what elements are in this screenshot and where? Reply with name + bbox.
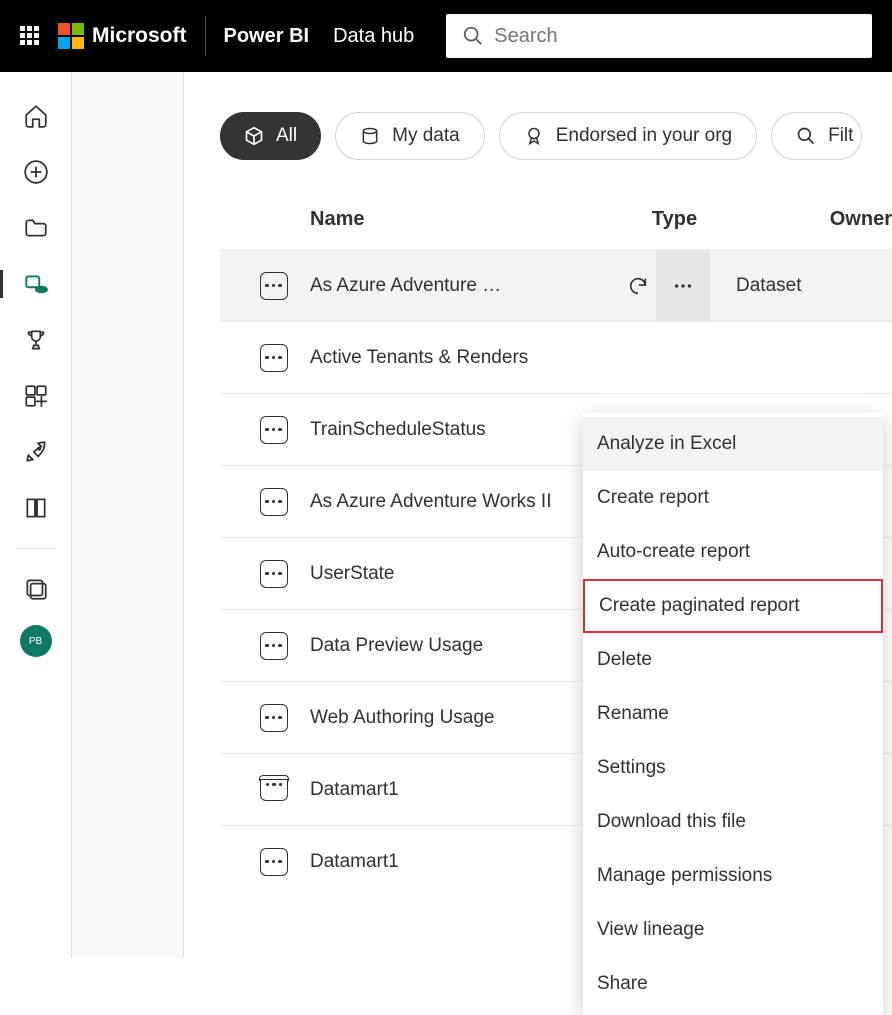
context-menu: Analyze in ExcelCreate reportAuto-create…	[583, 413, 883, 1015]
user-avatar[interactable]: PB	[20, 625, 52, 657]
row-icon-cell	[238, 272, 310, 300]
data-hub-icon	[23, 271, 49, 297]
product-name[interactable]: Power BI	[224, 25, 310, 48]
left-nav-rail: PB	[0, 72, 72, 958]
context-menu-item[interactable]: View lineage	[583, 903, 883, 957]
context-menu-item[interactable]: Create report	[583, 471, 883, 525]
app-launcher-icon[interactable]	[20, 26, 40, 46]
dataset-icon	[260, 560, 288, 588]
table-row[interactable]: Active Tenants & Renders	[220, 321, 892, 393]
table-row[interactable]: As Azure Adventure …DatasetBrad S	[220, 249, 892, 321]
chip-all[interactable]: All	[220, 112, 321, 160]
col-header-name[interactable]: Name	[310, 208, 652, 231]
row-name: UserState	[310, 563, 620, 585]
context-menu-item[interactable]: Analyze in Excel	[583, 417, 883, 471]
nav-data-hub[interactable]	[12, 260, 60, 308]
dataset-icon	[260, 488, 288, 516]
chip-all-label: All	[276, 125, 297, 147]
chip-endorsed-label: Endorsed in your org	[556, 125, 732, 147]
nav-browse[interactable]	[12, 204, 60, 252]
row-name: Datamart1	[310, 851, 620, 873]
context-menu-item[interactable]: Share	[583, 957, 883, 1011]
dataset-icon	[260, 704, 288, 732]
folder-icon	[23, 215, 49, 241]
row-refresh[interactable]	[620, 275, 656, 297]
table-header: Name Type Owner	[220, 190, 892, 249]
trophy-icon	[23, 327, 49, 353]
row-icon-cell	[238, 560, 310, 588]
row-icon-cell	[238, 704, 310, 732]
search-input[interactable]	[494, 25, 856, 48]
context-menu-item[interactable]: Rename	[583, 687, 883, 741]
row-name: Data Preview Usage	[310, 635, 620, 657]
context-menu-item[interactable]: Manage permissions	[583, 849, 883, 903]
context-menu-item[interactable]: Delete	[583, 633, 883, 687]
row-icon-cell	[238, 632, 310, 660]
dataset-icon	[260, 848, 288, 876]
rail-separator	[16, 548, 56, 549]
collapsed-panel	[72, 72, 184, 958]
dataset-icon	[260, 272, 288, 300]
divider	[205, 16, 206, 56]
row-icon-cell	[238, 848, 310, 876]
nav-metrics[interactable]	[12, 316, 60, 364]
row-type: Dataset	[710, 275, 890, 297]
ribbon-icon	[524, 126, 544, 146]
filter-chips: All My data Endorsed in your org Filt	[220, 112, 892, 160]
nav-learn[interactable]	[12, 484, 60, 532]
col-header-owner[interactable]: Owner	[830, 208, 892, 231]
home-icon	[23, 103, 49, 129]
database-icon	[360, 126, 380, 146]
more-icon	[672, 275, 694, 297]
search-icon	[796, 126, 816, 146]
context-menu-item[interactable]: Settings	[583, 741, 883, 795]
microsoft-logo[interactable]: Microsoft	[58, 23, 187, 49]
nav-deployment[interactable]	[12, 428, 60, 476]
chip-mydata[interactable]: My data	[335, 112, 485, 160]
top-bar: Microsoft Power BI Data hub	[0, 0, 892, 72]
dataset-icon	[260, 632, 288, 660]
row-name: Datamart1	[310, 779, 620, 801]
microsoft-text: Microsoft	[92, 24, 187, 48]
microsoft-logo-icon	[58, 23, 84, 49]
row-icon-cell	[238, 779, 310, 801]
datamart-icon	[260, 779, 288, 801]
chip-filter-keyword[interactable]: Filt	[771, 112, 862, 160]
dataset-icon	[260, 344, 288, 372]
row-more-button[interactable]	[656, 250, 710, 322]
context-menu-item[interactable]: Create paginated report	[583, 579, 883, 633]
col-header-type[interactable]: Type	[652, 208, 830, 231]
nav-workspaces[interactable]	[12, 565, 60, 613]
refresh-icon	[627, 275, 649, 297]
row-name: As Azure Adventure …	[310, 275, 620, 297]
nav-create[interactable]	[12, 148, 60, 196]
row-icon-cell	[238, 488, 310, 516]
context-menu-item[interactable]: Auto-create report	[583, 525, 883, 579]
context-menu-item[interactable]: Download this file	[583, 795, 883, 849]
chip-filter-label: Filt	[828, 125, 853, 147]
row-name: Active Tenants & Renders	[310, 347, 620, 369]
rocket-icon	[23, 439, 49, 465]
chip-mydata-label: My data	[392, 125, 460, 147]
row-name: As Azure Adventure Works II	[310, 491, 620, 513]
row-icon-cell	[238, 416, 310, 444]
search-icon	[462, 25, 484, 47]
row-icon-cell	[238, 344, 310, 372]
cube-icon	[244, 126, 264, 146]
nav-home[interactable]	[12, 92, 60, 140]
plus-circle-icon	[23, 159, 49, 185]
page-title[interactable]: Data hub	[333, 25, 414, 48]
search-box[interactable]	[446, 14, 872, 58]
book-icon	[23, 495, 49, 521]
chip-endorsed[interactable]: Endorsed in your org	[499, 112, 757, 160]
dataset-icon	[260, 416, 288, 444]
row-more-button[interactable]	[656, 322, 710, 394]
row-name: TrainScheduleStatus	[310, 419, 620, 441]
apps-icon	[23, 383, 49, 409]
row-name: Web Authoring Usage	[310, 707, 620, 729]
nav-apps[interactable]	[12, 372, 60, 420]
workspaces-icon	[23, 576, 49, 602]
